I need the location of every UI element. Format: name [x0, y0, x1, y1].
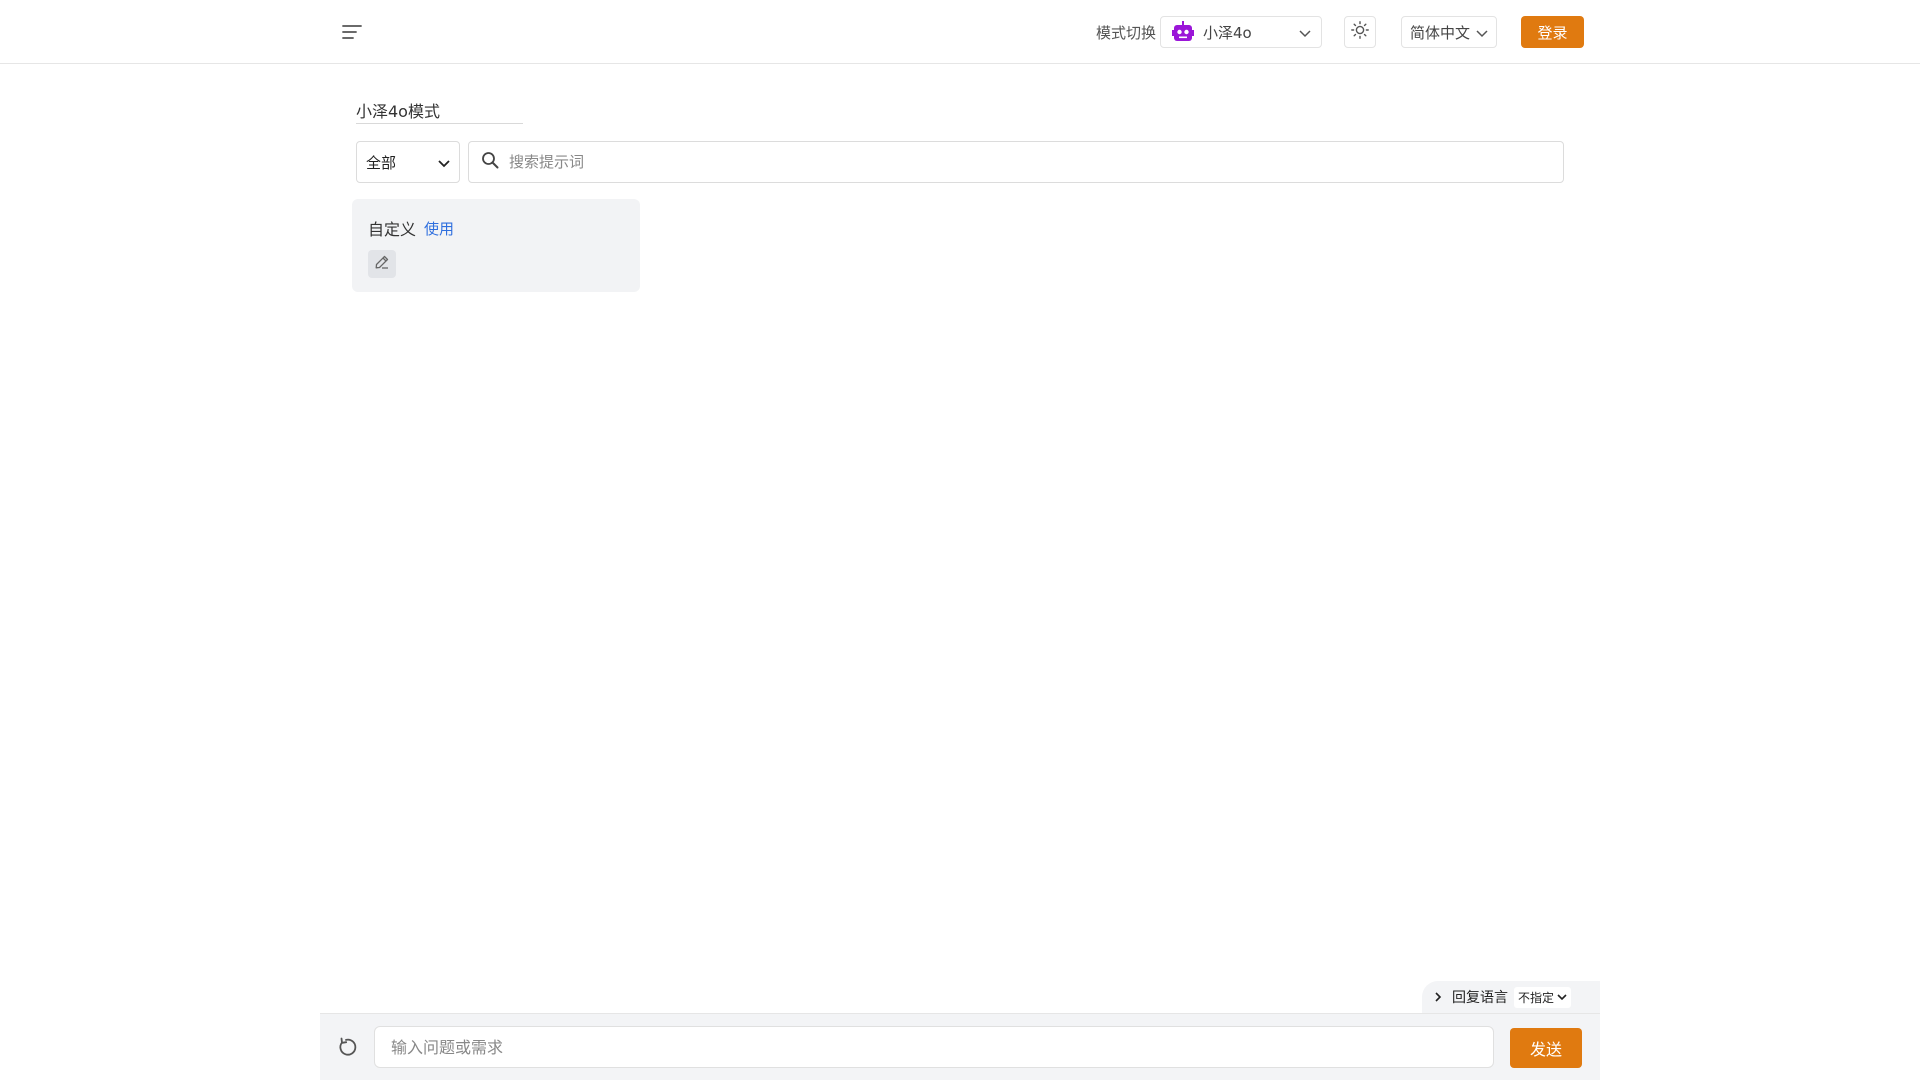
chevron-down-icon: [1299, 23, 1311, 42]
page-title: 小泽4o模式: [356, 98, 523, 124]
edit-pencil-icon: [374, 254, 390, 274]
chevron-down-icon: [438, 153, 450, 172]
edit-prompt-button[interactable]: [368, 250, 396, 278]
reply-language-label: 回复语言: [1452, 990, 1508, 1006]
chevron-down-icon: [1557, 993, 1567, 1001]
search-input[interactable]: [509, 153, 1551, 171]
reply-language-select[interactable]: 不指定: [1514, 986, 1572, 1008]
prompt-card-title: 自定义: [368, 220, 417, 239]
chevron-down-icon: [1476, 23, 1488, 42]
theme-toggle-button[interactable]: [1344, 16, 1376, 48]
model-select-value: 小泽4o: [1203, 23, 1252, 42]
hamburger-menu-icon[interactable]: [338, 20, 366, 44]
mode-switch-label: 模式切换: [1096, 24, 1157, 42]
refresh-icon[interactable]: [336, 1035, 360, 1059]
category-select[interactable]: 全部: [356, 141, 460, 183]
robot-icon: [1171, 20, 1195, 44]
top-bar: 模式切换 小泽4o 简体中文 登录: [0, 0, 1920, 64]
category-select-value: 全部: [366, 153, 397, 172]
language-select-value: 简体中文: [1410, 23, 1471, 42]
send-button[interactable]: 发送: [1510, 1028, 1582, 1068]
sun-icon: [1351, 21, 1369, 43]
search-box: [468, 141, 1564, 183]
use-prompt-link[interactable]: 使用: [424, 218, 454, 239]
reply-language-bar: 回复语言 不指定: [1422, 981, 1600, 1013]
reply-language-value: 不指定: [1518, 990, 1555, 1005]
search-icon: [481, 151, 499, 173]
chat-input[interactable]: [374, 1026, 1494, 1068]
language-select[interactable]: 简体中文: [1401, 16, 1497, 48]
login-button[interactable]: 登录: [1521, 16, 1584, 48]
model-select[interactable]: 小泽4o: [1160, 16, 1322, 48]
prompt-card: 自定义 使用: [352, 199, 640, 292]
chevron-right-icon[interactable]: [1434, 992, 1442, 1002]
